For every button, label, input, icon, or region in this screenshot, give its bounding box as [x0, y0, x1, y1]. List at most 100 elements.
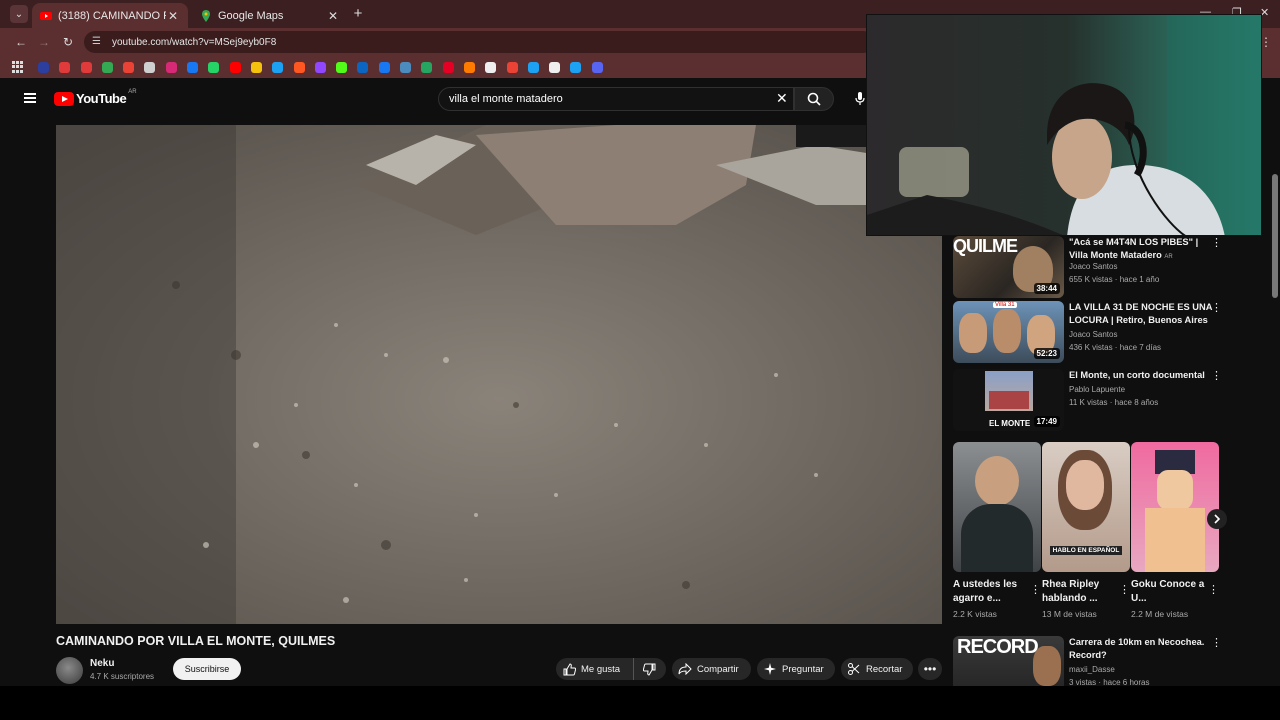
youtube-play-icon: [54, 91, 74, 106]
recommendation-item[interactable]: QUILME 38:44 "Acá se M4T4N LOS PIBES" | …: [953, 236, 1223, 298]
recommendation-item[interactable]: EL MONTE 17:49 El Monte, un corto docume…: [953, 369, 1223, 431]
more-vertical-icon[interactable]: ⋮: [1119, 583, 1130, 596]
short-item[interactable]: Goku Conoce a U... 2.2 M de vistas ⋮: [1131, 442, 1219, 619]
back-arrow-icon[interactable]: ←: [13, 34, 29, 50]
short-thumbnail[interactable]: HABLO EN ESPAÑOL: [1042, 442, 1130, 572]
bookmark-favicon-icon[interactable]: [314, 61, 326, 73]
reload-icon[interactable]: ↻: [60, 34, 76, 50]
close-tab-icon[interactable]: ✕: [166, 9, 180, 23]
more-vertical-icon[interactable]: ⋮: [1211, 303, 1222, 314]
short-title: A ustedes les agarro e...: [953, 579, 1018, 604]
bookmark-favicon-icon[interactable]: [378, 61, 390, 73]
bookmark-favicon-icon[interactable]: [591, 61, 603, 73]
more-actions-button[interactable]: •••: [918, 658, 942, 680]
video-player[interactable]: [56, 125, 942, 624]
address-bar[interactable]: ☰ youtube.com/watch?v=MSej9eyb0F8: [84, 31, 874, 53]
video-frame: [56, 125, 942, 624]
short-views: 2.2 K vistas: [953, 609, 997, 619]
more-vertical-icon[interactable]: ⋮: [1208, 583, 1219, 596]
bookmark-favicon-icon[interactable]: [144, 61, 156, 73]
recommendation-item[interactable]: Villa 31 52:23 LA VILLA 31 DE NOCHE ES U…: [953, 301, 1223, 363]
search-input[interactable]: villa el monte matadero: [438, 87, 794, 111]
short-item[interactable]: A ustedes les agarro e... 2.2 K vistas ⋮: [953, 442, 1041, 619]
youtube-wordmark: YouTube: [76, 91, 127, 106]
video-thumbnail[interactable]: EL MONTE 17:49: [953, 369, 1064, 431]
recommendation-channel[interactable]: Pablo Lapuente: [1069, 385, 1125, 394]
more-vertical-icon[interactable]: ⋮: [1211, 238, 1222, 249]
recommendation-meta: 655 K vistas · hace 1 año: [1069, 275, 1160, 284]
video-duration: 38:44: [1033, 283, 1060, 294]
short-views: 13 M de vistas: [1042, 609, 1097, 619]
subscriber-count: 4.7 K suscriptores: [90, 672, 155, 681]
recommendation-channel[interactable]: maxii_Dasse: [1069, 665, 1115, 674]
tab-title: Google Maps: [218, 9, 284, 22]
bookmark-favicon-icon[interactable]: [272, 61, 284, 73]
apps-grid-icon[interactable]: [12, 61, 24, 73]
close-tab-icon[interactable]: ✕: [326, 9, 340, 23]
dislike-button[interactable]: [634, 658, 664, 680]
guide-menu-icon[interactable]: [24, 93, 36, 103]
clip-button[interactable]: Recortar: [841, 658, 913, 680]
short-thumbnail[interactable]: [953, 442, 1041, 572]
video-thumbnail[interactable]: RECORD: [953, 636, 1064, 686]
bookmark-favicon-icon[interactable]: [187, 61, 199, 73]
recommendation-channel[interactable]: Joaco Santos: [1069, 330, 1117, 339]
youtube-favicon-icon: [40, 11, 52, 20]
bookmark-favicon-icon[interactable]: [336, 61, 348, 73]
bookmark-favicon-icon[interactable]: [485, 61, 497, 73]
bookmark-favicon-icon[interactable]: [463, 61, 475, 73]
bookmark-favicon-icon[interactable]: [506, 61, 518, 73]
new-tab-icon[interactable]: +: [351, 5, 365, 23]
channel-name[interactable]: Neku: [90, 658, 114, 669]
scissors-icon: [847, 662, 861, 676]
more-vertical-icon[interactable]: ⋮: [1211, 371, 1222, 382]
short-thumbnail[interactable]: [1131, 442, 1219, 572]
bookmark-favicon-icon[interactable]: [208, 61, 220, 73]
scrollbar-thumb[interactable]: [1272, 174, 1278, 298]
share-button[interactable]: Compartir: [672, 658, 751, 680]
like-button[interactable]: Me gusta: [556, 658, 634, 680]
youtube-logo[interactable]: YouTube AR: [54, 89, 137, 106]
bookmark-favicon-icon[interactable]: [101, 61, 113, 73]
bookmark-favicon-icon[interactable]: [527, 61, 539, 73]
bookmark-favicon-icon[interactable]: [165, 61, 177, 73]
short-item[interactable]: HABLO EN ESPAÑOL Rhea Ripley hablando ..…: [1042, 442, 1130, 619]
bookmark-favicon-icon[interactable]: [442, 61, 454, 73]
bookmark-favicon-icon[interactable]: [400, 61, 412, 73]
recommendation-title: El Monte, un corto documental: [1069, 370, 1205, 380]
clear-search-icon[interactable]: ✕: [776, 91, 788, 105]
bookmark-favicon-icon[interactable]: [250, 61, 262, 73]
tab-title: (3188) CAMINANDO POR VILLA: [58, 9, 166, 22]
shorts-next-button[interactable]: [1207, 509, 1227, 529]
thumbs-up-icon: [562, 662, 576, 676]
browser-tab-google-maps[interactable]: Google Maps ✕: [192, 3, 348, 28]
bookmark-favicon-icon[interactable]: [570, 61, 582, 73]
bookmark-favicon-icon[interactable]: [80, 61, 92, 73]
video-thumbnail[interactable]: Villa 31 52:23: [953, 301, 1064, 363]
short-title: Rhea Ripley hablando ...: [1042, 579, 1100, 604]
tab-search-button[interactable]: ⌄: [10, 5, 28, 23]
subscribe-button[interactable]: Suscribirse: [173, 658, 241, 680]
bookmark-favicon-icon[interactable]: [293, 61, 305, 73]
video-thumbnail[interactable]: QUILME 38:44: [953, 236, 1064, 298]
bookmark-favicon-icon[interactable]: [123, 61, 135, 73]
video-title: CAMINANDO POR VILLA EL MONTE, QUILMES: [56, 634, 336, 648]
recommendation-meta: 3 vistas · hace 6 horas: [1069, 678, 1150, 686]
recommendation-channel[interactable]: Joaco Santos: [1069, 262, 1117, 271]
more-vertical-icon[interactable]: ⋮: [1211, 638, 1222, 649]
bookmark-favicon-icon[interactable]: [59, 61, 71, 73]
more-vertical-icon[interactable]: ⋮: [1030, 583, 1041, 596]
bookmark-favicon-icon[interactable]: [229, 61, 241, 73]
webcam-image: [867, 15, 1261, 235]
forward-arrow-icon[interactable]: →: [36, 34, 52, 50]
browser-tab-youtube[interactable]: (3188) CAMINANDO POR VILLA ✕: [32, 3, 188, 28]
bookmark-favicon-icon[interactable]: [38, 61, 49, 73]
bookmark-favicon-icon[interactable]: [421, 61, 433, 73]
recommendation-item[interactable]: RECORD Carrera de 10km en Necochea. Reco…: [953, 636, 1223, 686]
ask-button[interactable]: Preguntar: [757, 658, 835, 680]
bookmark-favicon-icon[interactable]: [549, 61, 561, 73]
search-button[interactable]: [794, 87, 834, 111]
bookmark-favicon-icon[interactable]: [357, 61, 369, 73]
site-info-icon[interactable]: ☰: [92, 36, 104, 48]
channel-avatar[interactable]: [56, 657, 83, 684]
